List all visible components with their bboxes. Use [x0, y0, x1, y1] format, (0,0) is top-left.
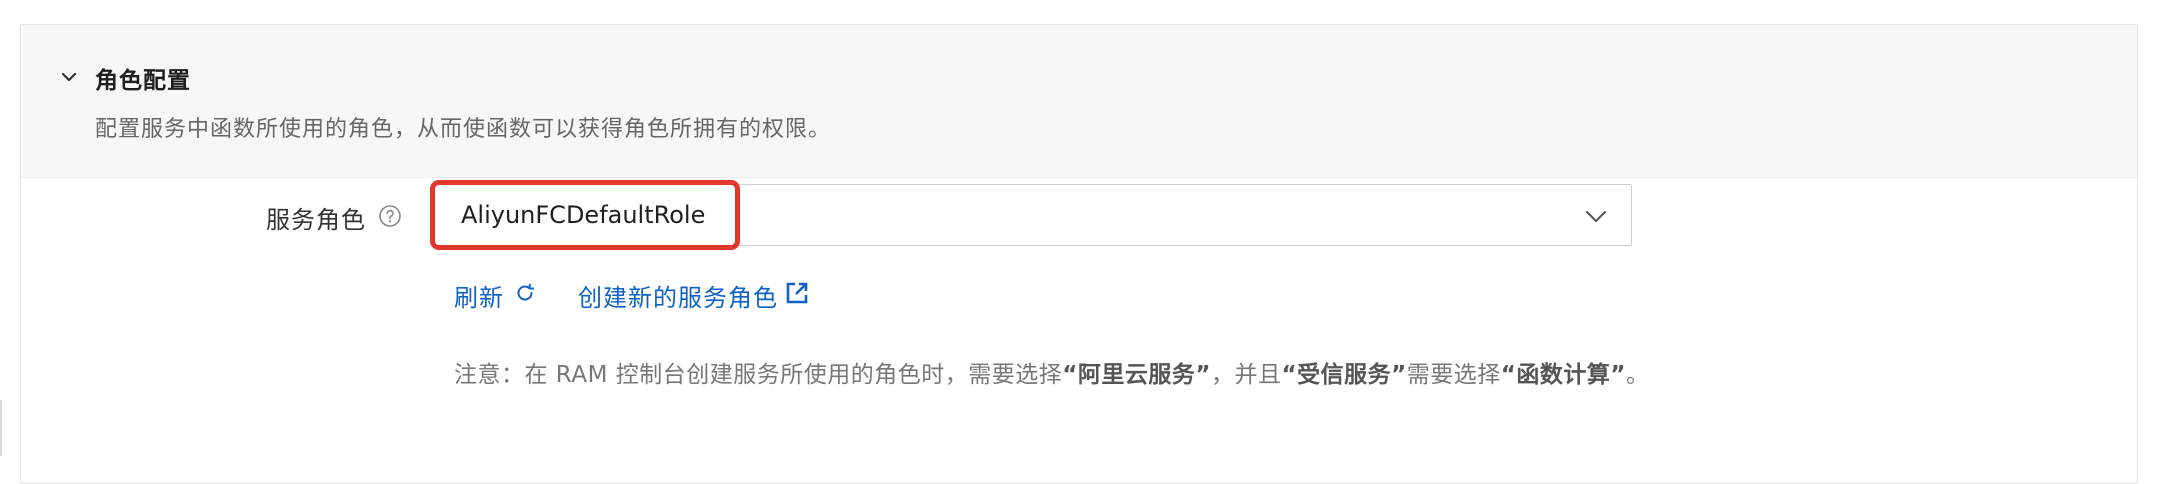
- refresh-link[interactable]: 刷新: [454, 278, 504, 313]
- note-text-4: 。: [1625, 362, 1650, 388]
- note-bold-function-compute: “函数计算”: [1500, 362, 1626, 388]
- note-bold-aliyun-service: “阿里云服务”: [1062, 362, 1211, 388]
- note-text-3: 需要选择: [1406, 362, 1501, 388]
- role-config-card: 角色配置 配置服务中函数所使用的角色，从而使函数可以获得角色所拥有的权限。: [20, 24, 2138, 484]
- chevron-down-icon[interactable]: [1583, 203, 1609, 229]
- refresh-icon[interactable]: [514, 282, 536, 304]
- note-text-1: 注意：在 RAM 控制台创建服务所使用的角色时，需要选择: [454, 362, 1063, 388]
- service-role-label: 服务角色: [266, 206, 366, 234]
- note-bold-trusted-service: “受信服务”: [1281, 362, 1407, 388]
- role-note: 注意：在 RAM 控制台创建服务所使用的角色时，需要选择“阿里云服务”，并且“受…: [454, 356, 1654, 394]
- section-title: 角色配置: [95, 68, 191, 94]
- chevron-down-icon[interactable]: [57, 65, 81, 89]
- role-config-header[interactable]: 角色配置 配置服务中函数所使用的角色，从而使函数可以获得角色所拥有的权限。: [21, 25, 2137, 178]
- section-description: 配置服务中函数所使用的角色，从而使函数可以获得角色所拥有的权限。: [95, 117, 832, 142]
- external-link-icon[interactable]: [784, 280, 810, 306]
- service-role-select[interactable]: AliyunFCDefaultRole: [432, 184, 1632, 246]
- create-service-role-link[interactable]: 创建新的服务角色: [578, 278, 778, 313]
- question-circle-icon[interactable]: [378, 204, 402, 228]
- service-role-selected-value: AliyunFCDefaultRole: [461, 201, 706, 229]
- note-text-2: ，并且: [1210, 362, 1282, 388]
- left-edge-divider: [0, 400, 2, 456]
